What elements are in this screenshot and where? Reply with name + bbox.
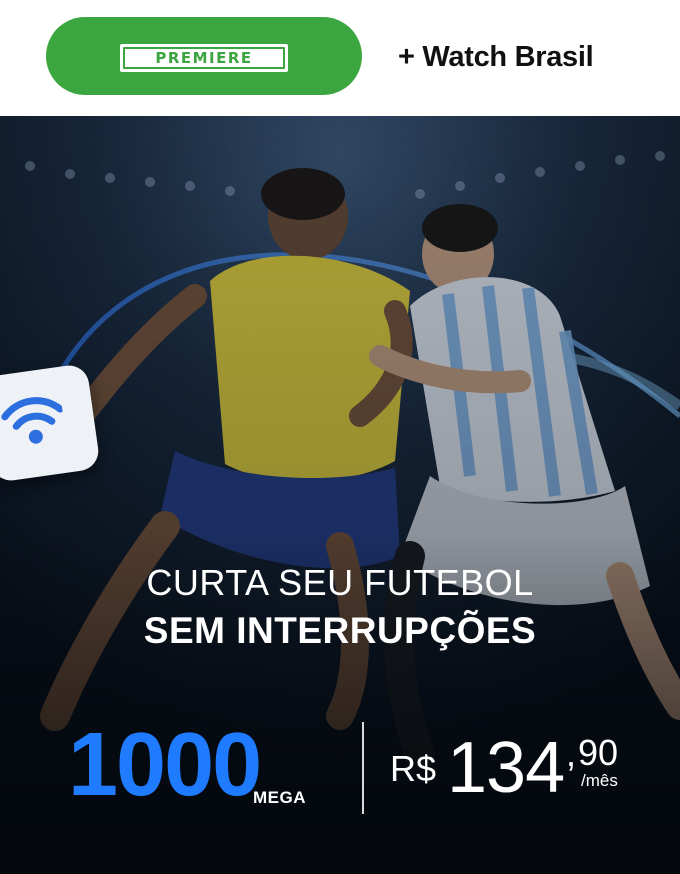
speed-unit: MEGA (253, 788, 306, 807)
headline-line-2: SEM INTERRUPÇÕES (143, 610, 537, 651)
price-currency: R$ (390, 748, 437, 789)
wifi-badge (0, 363, 101, 483)
price-integer: 134 (447, 728, 565, 808)
price-period: /mês (581, 771, 618, 790)
premiere-channel-button[interactable]: PREMIERE (46, 17, 362, 95)
speed-value: 1000 (68, 715, 262, 815)
price-divider (362, 722, 364, 814)
premiere-logo: PREMIERE (120, 44, 288, 72)
headline-line-1: CURTA SEU FUTEBOL (146, 562, 534, 603)
wifi-icon (1, 397, 64, 444)
price-separator: , (566, 733, 577, 774)
top-bar: PREMIERE + Watch Brasil (0, 0, 680, 116)
price-cents: 90 (578, 732, 619, 773)
premiere-logo-text: PREMIERE (123, 47, 285, 69)
watch-brasil-label: + Watch Brasil (398, 41, 594, 73)
